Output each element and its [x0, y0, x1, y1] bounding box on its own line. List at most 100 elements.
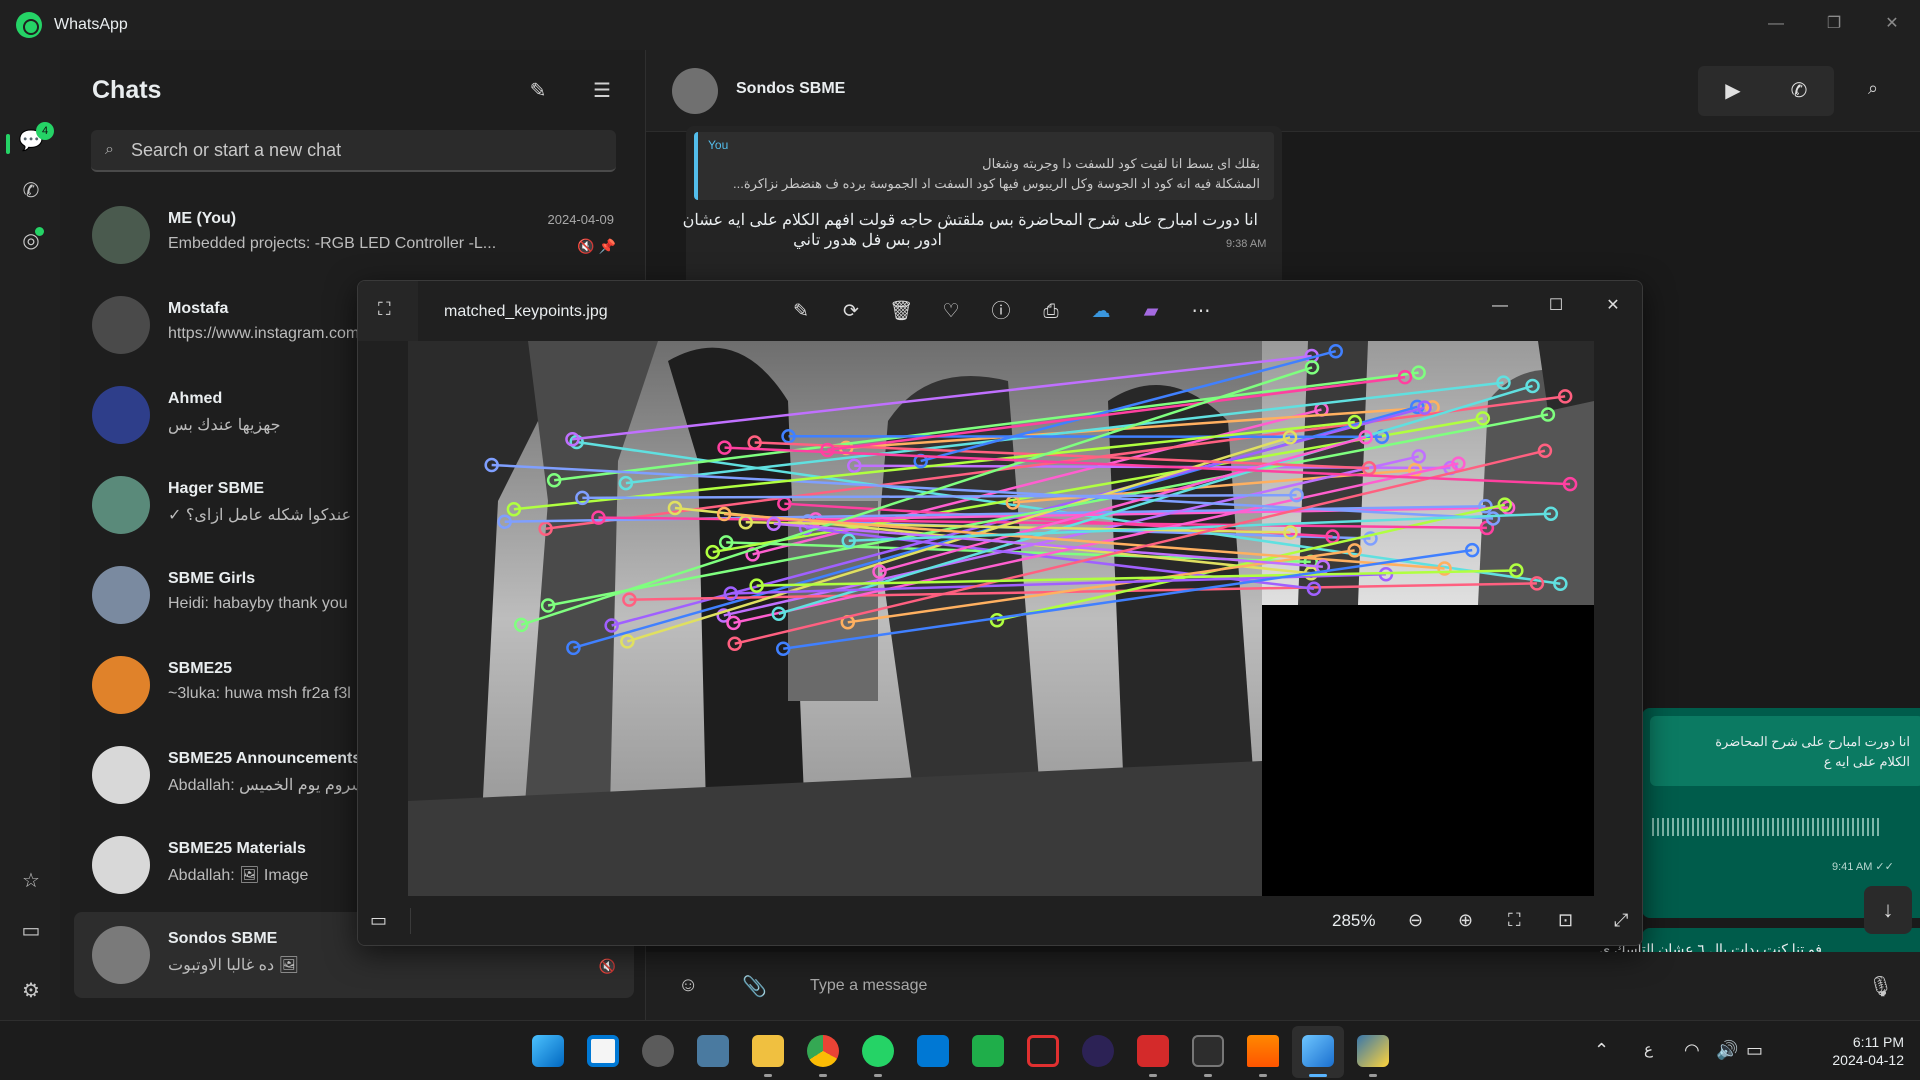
matched-keypoints-image[interactable]	[408, 341, 1594, 896]
viewer-toolbar: ⛶ matched_keypoints.jpg ✎ ⟳ 🗑 ♡ ⓘ ⎙ ☁ ▰ …	[358, 281, 1642, 341]
volume-icon[interactable]: 🔊	[1716, 1040, 1738, 1061]
settings-app-icon[interactable]	[642, 1035, 674, 1067]
search-icon: ⌕	[105, 141, 114, 158]
close-button[interactable]: ✕	[1872, 8, 1912, 40]
viewer-filename: matched_keypoints.jpg	[444, 303, 608, 320]
active-indicator	[1309, 1074, 1327, 1077]
zoom-level[interactable]: 285%	[1332, 911, 1375, 931]
avatar	[92, 386, 150, 444]
quoted-message[interactable]: You بقلك اى يسط انا لقيت كود للسفت دا وج…	[694, 132, 1274, 200]
photos-app-icon[interactable]: ⛶	[378, 299, 391, 320]
clipchamp-icon[interactable]: ▰	[1138, 299, 1164, 325]
tool-app-icon[interactable]	[1027, 1035, 1059, 1067]
message-time: 9:38 AM	[1226, 238, 1267, 250]
full-screen-icon[interactable]: ⤢	[1614, 910, 1628, 931]
message-time: 9:41 AM ✓✓	[1832, 861, 1894, 873]
dev-app-icon[interactable]	[972, 1035, 1004, 1067]
chat-name: Ahmed	[168, 390, 223, 407]
avatar	[92, 476, 150, 534]
zoom-out-icon[interactable]: ⊖	[1408, 910, 1423, 931]
message-text-line: انا دورت امبارح على شرح المحاضرة بس ملقت…	[682, 212, 1258, 229]
chat-list-item[interactable]: ME (You) Embedded projects: -RGB LED Cont…	[74, 192, 634, 278]
vlc-icon[interactable]	[1247, 1035, 1279, 1067]
running-indicator	[874, 1074, 882, 1077]
start-icon[interactable]	[532, 1035, 564, 1067]
conversation-header: Sondos SBME ▶ ✆ ⌕	[646, 50, 1920, 132]
chat-name: SBME25 Materials	[168, 840, 306, 857]
quote-author: You	[708, 138, 729, 152]
chevron-up-icon[interactable]: ⌃	[1594, 1040, 1609, 1061]
avatar	[92, 746, 150, 804]
edit-icon[interactable]: ✎	[788, 299, 814, 325]
delete-icon[interactable]: 🗑	[888, 299, 914, 325]
scroll-down-button[interactable]: ↓	[1864, 886, 1912, 934]
actual-size-icon[interactable]: ⊡	[1558, 910, 1573, 931]
conversation-search-icon[interactable]: ⌕	[1868, 78, 1878, 99]
filmstrip-icon[interactable]: ▭	[370, 910, 387, 931]
viewer-maximize-button[interactable]: ☐	[1541, 293, 1571, 319]
chat-time: 2024-04-09	[547, 212, 615, 227]
message-input[interactable]	[810, 970, 1710, 1002]
info-icon[interactable]: ⓘ	[988, 299, 1014, 325]
viewer-minimize-button[interactable]: —	[1485, 293, 1515, 319]
system-clock[interactable]: 6:11 PM 2024-04-12	[1784, 1033, 1904, 1069]
whatsapp-taskbar-icon[interactable]	[862, 1035, 894, 1067]
running-indicator	[1204, 1074, 1212, 1077]
microphone-icon[interactable]: 🎙	[1868, 974, 1893, 999]
language-indicator[interactable]: ع	[1644, 1040, 1653, 1058]
whatsapp-logo-icon	[16, 12, 42, 38]
filter-icon[interactable]: ☰	[589, 78, 615, 104]
video-call-icon[interactable]: ▶	[1720, 78, 1746, 104]
viewer-close-button[interactable]: ✕	[1598, 293, 1628, 319]
quoted-message[interactable]: انا دورت امبارح على شرح المحاضرة الكلام …	[1650, 716, 1920, 786]
title-bar: WhatsApp — ❐ ✕	[0, 0, 1920, 50]
attach-icon[interactable]: 📎	[742, 974, 767, 999]
favorite-icon[interactable]: ♡	[938, 299, 964, 325]
vscode-icon[interactable]	[917, 1035, 949, 1067]
file-explorer-icon[interactable]	[752, 1035, 784, 1067]
desktop-icon[interactable]	[697, 1035, 729, 1067]
chat-name: Mostafa	[168, 300, 229, 317]
voice-waveform[interactable]	[1652, 818, 1882, 836]
python-icon[interactable]	[1357, 1035, 1389, 1067]
contact-name[interactable]: Sondos SBME	[736, 80, 845, 98]
voice-call-icon[interactable]: ✆	[1786, 78, 1812, 104]
settings-icon[interactable]: ⚙	[18, 978, 44, 1004]
acrobat-icon[interactable]	[1137, 1035, 1169, 1067]
chats-title: Chats	[92, 76, 162, 104]
archive-icon[interactable]: ▭	[18, 918, 44, 944]
terminal-icon[interactable]	[1192, 1035, 1224, 1067]
viewer-nav-strip: ⛶	[358, 281, 418, 341]
starred-icon[interactable]: ☆	[18, 868, 44, 894]
restore-button[interactable]: ❐	[1814, 8, 1854, 40]
battery-icon[interactable]: ▭	[1746, 1040, 1763, 1061]
search-box: ⌕	[91, 130, 616, 172]
chrome-icon[interactable]	[807, 1035, 839, 1067]
avatar	[92, 296, 150, 354]
print-icon[interactable]: ⎙	[1038, 299, 1064, 325]
calls-icon[interactable]: ✆	[18, 178, 44, 204]
nav-rail: 💬 4 ✆ ◎ ☆ ▭ ⚙	[0, 50, 60, 1052]
running-indicator	[1149, 1074, 1157, 1077]
store-icon[interactable]	[587, 1035, 619, 1067]
chat-status-icons: 🔇	[598, 958, 616, 974]
photos-taskbar-icon[interactable]	[1302, 1035, 1334, 1067]
message-text-line: ادور بس فل هدور تاني	[793, 232, 942, 249]
app-title: WhatsApp	[54, 16, 128, 33]
emoji-icon[interactable]: ☺	[678, 974, 698, 997]
chat-name: Sondos SBME	[168, 930, 278, 947]
more-options-icon[interactable]: ⋯	[1188, 299, 1214, 325]
chat-name: Hager SBME	[168, 480, 265, 497]
onedrive-icon[interactable]: ☁	[1088, 299, 1114, 325]
chat-preview: ده غالبا الاوتبوت 🖼	[168, 957, 299, 974]
zoom-in-icon[interactable]: ⊕	[1458, 910, 1473, 931]
new-chat-icon[interactable]: ✎	[525, 78, 551, 104]
eclipse-icon[interactable]	[1082, 1035, 1114, 1067]
minimize-button[interactable]: —	[1756, 8, 1796, 40]
contact-avatar[interactable]	[672, 68, 718, 114]
wifi-icon[interactable]: ◠	[1684, 1040, 1700, 1061]
fit-to-window-icon[interactable]: ⛶	[1508, 910, 1521, 931]
viewer-statusbar: ▭ 285% ⊖ ⊕ ⛶ ⊡ ⤢	[358, 896, 1642, 945]
search-input[interactable]	[131, 136, 601, 164]
rotate-icon[interactable]: ⟳	[838, 299, 864, 325]
